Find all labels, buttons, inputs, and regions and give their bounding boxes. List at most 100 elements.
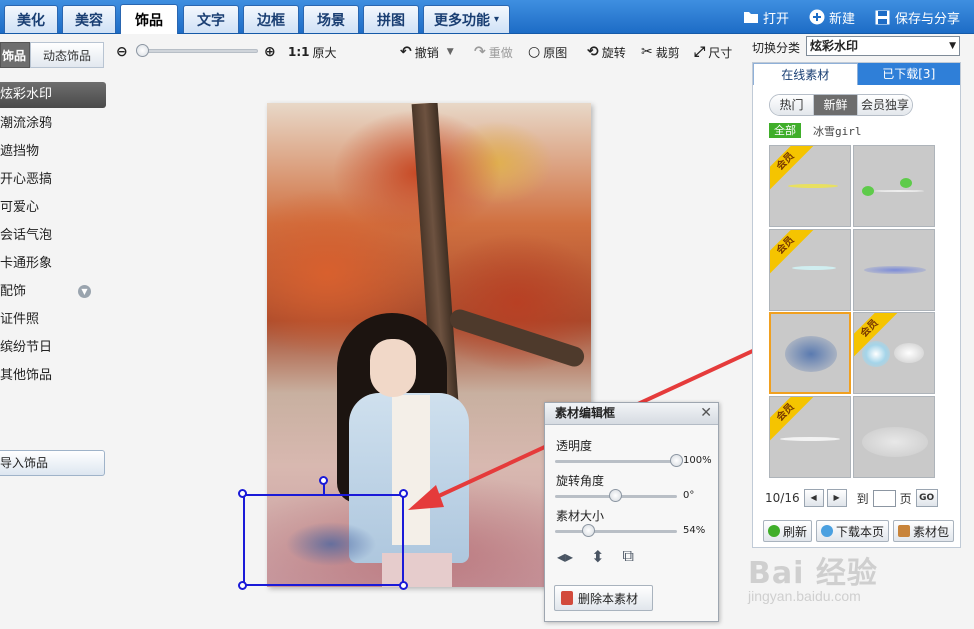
sidebar-item-cartoons[interactable]: 卡通形象	[0, 250, 106, 278]
sparkle-trail	[780, 437, 840, 441]
plus-circle-icon	[809, 9, 825, 25]
sidebar-item-ornaments[interactable]: 配饰 ▼	[0, 278, 106, 306]
sparkle-star	[862, 341, 890, 367]
tab-beautify[interactable]: 美化	[4, 5, 58, 33]
sidebar-item-id-photo[interactable]: 证件照	[0, 306, 106, 334]
original-size-button[interactable]: 1:1 原大	[288, 42, 337, 62]
sidebar-item-graffiti[interactable]: 潮流涂鸦	[0, 110, 106, 138]
material-thumb[interactable]	[853, 396, 935, 478]
resize-handle-top-left[interactable]	[238, 489, 247, 498]
caret-down-icon: ▾	[493, 14, 500, 25]
resize-button[interactable]: ⤢ 尺寸	[694, 42, 732, 62]
material-thumb-selected[interactable]	[769, 312, 851, 394]
circle-icon: ○	[528, 44, 541, 60]
undo-label: 撤销	[414, 45, 439, 60]
close-icon[interactable]: ✕	[700, 403, 712, 424]
go-button[interactable]: GO	[915, 489, 938, 507]
prev-page-button[interactable]: ◀	[803, 489, 824, 507]
original-size-label: 原大	[312, 45, 337, 60]
sparkle-trail	[792, 266, 836, 270]
duplicate-icon[interactable]: ⧉	[622, 546, 633, 566]
tab-online-materials[interactable]: 在线素材	[753, 63, 858, 85]
resize-handle-bottom-left[interactable]	[238, 581, 247, 590]
zoom-in-button[interactable]: ⊕	[264, 42, 279, 62]
resize-handle-bottom-right[interactable]	[399, 581, 408, 590]
tab-text[interactable]: 文字	[183, 5, 239, 33]
sidebar-item-label: 缤纷节日	[0, 340, 53, 355]
undo-dropdown-icon[interactable]: ▼	[447, 47, 454, 57]
material-filter-pills: 热门 新鲜 会员独享	[769, 94, 913, 116]
sidebar-item-speech-bubbles[interactable]: 会话气泡	[0, 222, 106, 250]
editor-title: 素材编辑框	[555, 406, 616, 420]
material-thumb[interactable]	[853, 229, 935, 311]
material-tabs: 在线素材 已下载[3]	[753, 63, 960, 85]
import-label: 导入饰品	[0, 456, 49, 470]
page-indicator: 10/16	[765, 491, 800, 505]
zoom-slider[interactable]	[140, 49, 258, 53]
sidebar-item-other[interactable]: 其他饰品	[0, 362, 106, 390]
refresh-button[interactable]: 刷新	[763, 520, 813, 542]
filter-vip-only[interactable]: 会员独享	[858, 95, 912, 115]
tab-collage[interactable]: 拼图	[363, 5, 419, 33]
undo-button[interactable]: ↶ 撤销 ▼	[400, 42, 454, 62]
tab-more-features[interactable]: 更多功能 ▾	[423, 5, 510, 33]
material-panel: 在线素材 已下载[3] 热门 新鲜 会员独享 全部 冰雪girl 会员 会员 会…	[752, 62, 961, 548]
tab-makeup[interactable]: 美容	[62, 5, 116, 33]
rotate-button[interactable]: ⟲ 旋转	[587, 42, 626, 62]
material-thumb[interactable]: 会员	[853, 312, 935, 394]
size-slider-knob[interactable]	[582, 524, 596, 537]
opacity-slider-knob[interactable]	[670, 454, 683, 467]
size-slider[interactable]	[555, 530, 677, 533]
tab-label: 在线素材	[781, 68, 830, 82]
category-select[interactable]: 炫彩水印 ▼	[806, 36, 960, 56]
crop-button[interactable]: ✂ 裁剪	[641, 42, 680, 62]
material-thumb[interactable]: 会员	[769, 396, 851, 478]
tab-scenes[interactable]: 场景	[303, 5, 359, 33]
rotation-handle[interactable]	[319, 476, 328, 485]
tab-accessories[interactable]: 饰品	[120, 4, 178, 34]
flip-vertical-icon[interactable]: ⬍	[591, 547, 604, 566]
expand-chevron-icon[interactable]: ▼	[78, 285, 91, 298]
original-image-button[interactable]: ○ 原图	[528, 42, 567, 62]
download-page-button[interactable]: 下载本页	[816, 520, 890, 542]
download-icon	[821, 525, 834, 537]
material-thumb[interactable]: 会员	[769, 145, 851, 227]
zoom-slider-knob[interactable]	[136, 44, 149, 57]
zoom-out-button[interactable]: ⊖	[116, 42, 131, 62]
sidebar-item-festivals[interactable]: 缤纷节日	[0, 334, 106, 362]
tab-frames[interactable]: 边框	[243, 5, 299, 33]
sidebar-item-label: 炫彩水印	[0, 87, 53, 102]
tab-downloaded[interactable]: 已下载[3]	[858, 63, 961, 85]
opacity-value: 100%	[683, 455, 712, 466]
new-button[interactable]: 新建	[809, 8, 855, 27]
save-disk-icon	[875, 9, 891, 25]
save-share-button[interactable]: 保存与分享	[875, 8, 960, 27]
import-accessory-button[interactable]: 导入饰品	[0, 450, 105, 476]
top-nav-bar: 美化 美容 饰品 文字 边框 场景 拼图 更多功能 ▾ 打开 新建 保存与分享	[0, 0, 974, 34]
sidebar-item-colorful-watermark[interactable]: 炫彩水印	[0, 82, 106, 108]
subtab-static-accessories[interactable]: 饰品	[0, 42, 30, 68]
next-page-button[interactable]: ▶	[826, 489, 847, 507]
delete-material-button[interactable]: 删除本素材	[554, 585, 653, 611]
opacity-slider[interactable]	[555, 460, 677, 463]
sticker-selection-box[interactable]	[243, 494, 404, 586]
rotation-slider-knob[interactable]	[609, 489, 622, 502]
filter-fresh[interactable]: 新鲜	[814, 95, 858, 115]
material-thumb[interactable]: 会员	[769, 229, 851, 311]
sidebar-item-funny[interactable]: 开心恶搞	[0, 166, 106, 194]
material-thumb[interactable]	[853, 145, 935, 227]
sidebar-item-label: 会话气泡	[0, 228, 53, 243]
flip-horizontal-icon[interactable]: ◂▸	[557, 547, 573, 566]
subtab-dynamic-accessories[interactable]: 动态饰品	[30, 42, 104, 68]
page-number-input[interactable]	[872, 489, 896, 507]
open-button[interactable]: 打开	[743, 8, 789, 27]
tag-all[interactable]: 全部	[769, 123, 801, 138]
tag-author[interactable]: 冰雪girl	[813, 123, 862, 139]
redo-button[interactable]: ↷ 重做	[474, 42, 513, 62]
watermark-brand: Bai 经验	[748, 556, 878, 591]
sidebar-item-cute-hearts[interactable]: 可爱心	[0, 194, 106, 222]
sidebar-subtabs: 饰品 动态饰品	[0, 42, 104, 68]
sidebar-item-covers[interactable]: 遮挡物	[0, 138, 106, 166]
filter-hot[interactable]: 热门	[770, 95, 814, 115]
material-pack-button[interactable]: 素材包	[893, 520, 955, 542]
